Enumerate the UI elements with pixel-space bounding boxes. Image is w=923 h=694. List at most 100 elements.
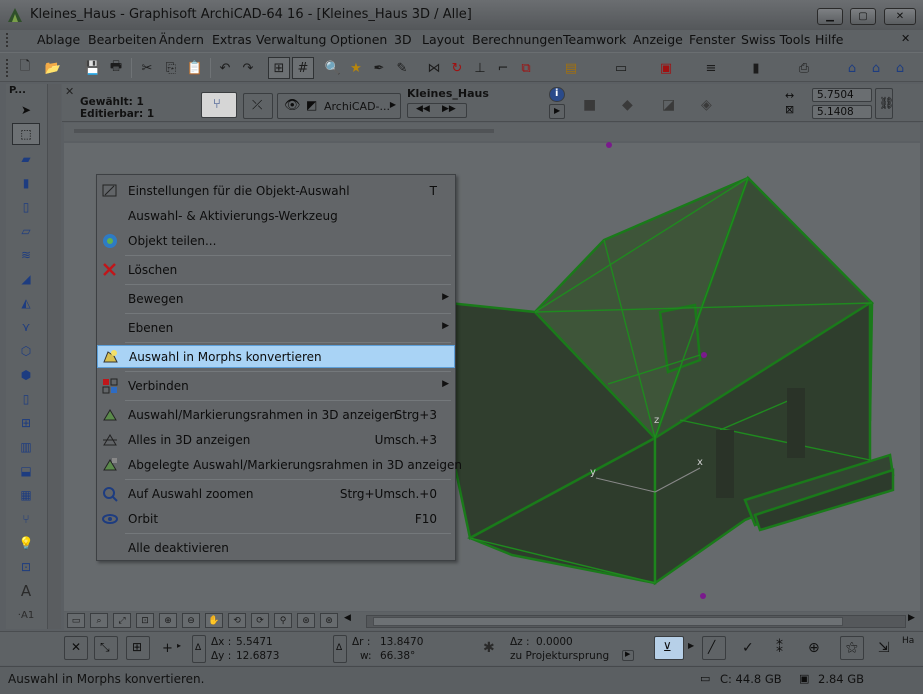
lamp-tool-icon[interactable]: 💡 <box>12 532 40 554</box>
menu-berechnungen[interactable]: Berechnungen <box>472 32 563 47</box>
menu-fenster[interactable]: Fenster <box>689 32 735 47</box>
zoom-out-icon[interactable]: ⊖ <box>182 613 200 628</box>
label-tool-icon[interactable]: ⊡ <box>12 556 40 578</box>
print-icon[interactable]: 🖶 <box>105 57 127 79</box>
walk-icon[interactable]: ⚲ <box>274 613 292 628</box>
zone-tool-icon[interactable]: ⬓ <box>12 460 40 482</box>
width-input[interactable]: 5.7504 <box>812 88 872 102</box>
menu-optionen[interactable]: Optionen <box>330 32 387 47</box>
favorites-star-icon[interactable]: ★ <box>345 57 367 79</box>
pick-up-icon[interactable]: ✒ <box>368 57 390 79</box>
skylight-tool-icon[interactable]: ⋎ <box>12 316 40 338</box>
menu-item-orbit[interactable]: Orbit F10 <box>97 508 455 530</box>
menu-hilfe[interactable]: Hilfe <box>815 32 843 47</box>
zoom-window-icon[interactable]: ⌕ <box>90 613 108 628</box>
snap-mode-button[interactable]: ⤡ <box>94 636 118 660</box>
checkmark-icon[interactable]: ✓ <box>742 640 754 656</box>
menu-item-move[interactable]: Bewegen ▶ <box>97 288 455 310</box>
arrow-tool-icon[interactable]: ➤ <box>12 99 40 121</box>
menu-item-show-stored-selection-3d[interactable]: Abgelegte Auswahl/Markierungsrahmen in 3… <box>97 454 462 476</box>
window-tool-icon[interactable]: ⊞ <box>12 412 40 434</box>
zoom-fit-icon[interactable]: ⤢ <box>113 613 131 628</box>
dz-value[interactable]: 0.0000 <box>536 636 573 648</box>
zoom-in-icon[interactable]: ⊕ <box>159 613 177 628</box>
door-tool-icon[interactable]: ▯ <box>12 388 40 410</box>
roof-tool-icon[interactable]: ◢ <box>12 268 40 290</box>
multiply-icon[interactable]: ⧉ <box>515 57 537 79</box>
project-icon[interactable]: ⌂ <box>889 57 911 79</box>
previous-zoom-icon[interactable]: ⊛ <box>297 613 315 628</box>
hotspot-marker[interactable] <box>700 593 706 599</box>
menu-item-deactivate-all[interactable]: Alle deaktivieren <box>97 537 455 559</box>
skewed-box-icon[interactable]: ◈ <box>701 97 712 113</box>
column-tool-icon[interactable]: ▮ <box>12 172 40 194</box>
diagonal-box-icon[interactable]: ◪ <box>662 97 675 113</box>
menu-item-share-object[interactable]: Objekt teilen... <box>97 230 455 252</box>
copy-icon[interactable]: ⎘ <box>160 57 182 79</box>
pan-hand-icon[interactable]: ✋ <box>205 613 223 628</box>
magic-wand-button[interactable]: ⚝ <box>840 636 864 660</box>
redo-icon[interactable]: ↷ <box>237 57 259 79</box>
offset-icon[interactable]: ⌐ <box>492 57 514 79</box>
geometry-method-icon[interactable]: ■ <box>583 97 596 113</box>
beam-tool-icon[interactable]: ▯ <box>12 196 40 218</box>
scrollbar-thumb[interactable] <box>373 617 843 626</box>
menu-extras[interactable]: Extras <box>212 32 252 47</box>
snap-reference-button[interactable]: ╱ <box>702 636 726 660</box>
undo-icon[interactable]: ↶ <box>214 57 236 79</box>
menu-layout[interactable]: Layout <box>422 32 465 47</box>
special-snap-icon[interactable]: ⁑ <box>776 640 783 656</box>
hotspot-marker[interactable] <box>701 352 707 358</box>
snap-settings-icon[interactable]: ⊕ <box>808 640 820 656</box>
marquee-tool-icon[interactable]: ⬚ <box>12 123 40 145</box>
line-type-icon[interactable]: ≡ <box>700 57 722 79</box>
rotate-icon[interactable]: ↻ <box>446 57 468 79</box>
zoom-box-icon[interactable]: ⊡ <box>136 613 154 628</box>
mesh-tool-icon[interactable]: ⬡ <box>12 340 40 362</box>
grid-tool-icon[interactable]: ▦ <box>12 484 40 506</box>
orbit-nav-icon[interactable]: ⟲ <box>228 613 246 628</box>
slab-tool-icon[interactable]: ▱ <box>12 220 40 242</box>
menu-verwaltung[interactable]: Verwaltung <box>256 32 326 47</box>
new-file-icon[interactable]: 🗋 <box>14 57 36 79</box>
hotspot-marker[interactable] <box>606 142 612 148</box>
menu-item-connect[interactable]: Verbinden ▶ <box>97 375 455 397</box>
view-step-buttons[interactable]: ◀◀ ▶▶ <box>407 103 467 118</box>
dr-value[interactable]: 13.8470 <box>380 636 423 648</box>
menu-item-convert-to-morphs[interactable]: Auswahl in Morphs konvertieren <box>97 345 455 368</box>
menu-item-delete[interactable]: Löschen <box>97 259 455 281</box>
info-box-scrollbar[interactable] <box>74 129 494 133</box>
menu-item-layers[interactable]: Ebenen ▶ <box>97 317 455 339</box>
polar-lock-button[interactable]: Δ <box>333 635 347 663</box>
ruler-icon[interactable]: ⇲ <box>878 640 890 656</box>
guide-lines-button[interactable]: ⊻ <box>654 636 684 660</box>
wall-tool-icon[interactable]: ▰ <box>12 148 40 170</box>
angle-value[interactable]: 66.38° <box>380 650 415 662</box>
morph-tool-icon[interactable]: ⬢ <box>12 364 40 386</box>
menu-anzeige[interactable]: Anzeige <box>633 32 683 47</box>
print-preview-icon[interactable]: ▭ <box>67 613 85 628</box>
object-tool-icon[interactable]: ⑂ <box>12 508 40 530</box>
open-folder-icon[interactable]: 📂 <box>42 57 64 79</box>
save-icon[interactable]: 💾 <box>82 57 104 79</box>
mirror-icon[interactable]: ⋈ <box>423 57 445 79</box>
elevate-icon[interactable]: ⊥ <box>469 57 491 79</box>
paste-icon[interactable]: 📋 <box>184 57 206 79</box>
view-icon[interactable]: ▭ <box>610 57 632 79</box>
building-icon[interactable]: ⌂ <box>841 57 863 79</box>
house-icon[interactable]: ⌂ <box>865 57 887 79</box>
menu-item-show-selection-3d[interactable]: Auswahl/Markierungsrahmen in 3D anzeigen… <box>97 404 455 426</box>
menu-3d[interactable]: 3D <box>394 32 412 47</box>
toolbox-scrollbar[interactable] <box>48 84 61 629</box>
grid-display-icon[interactable]: # <box>292 57 314 79</box>
info-icon[interactable]: i <box>549 87 565 102</box>
find-select-icon[interactable]: 🔍 <box>322 57 344 79</box>
maximize-button[interactable]: ▢ <box>850 8 876 25</box>
grid-snap-icon[interactable]: ⊞ <box>268 57 290 79</box>
info-box-close-icon[interactable]: ✕ <box>65 85 74 98</box>
stair-tool-icon[interactable]: ≋ <box>12 244 40 266</box>
grid-snap-button[interactable]: ⊞ <box>126 636 150 660</box>
next-zoom-icon[interactable]: ⊛ <box>320 613 338 628</box>
delta-lock-button[interactable]: Δ <box>192 635 206 663</box>
curtain-wall-tool-icon[interactable]: ▥ <box>12 436 40 458</box>
